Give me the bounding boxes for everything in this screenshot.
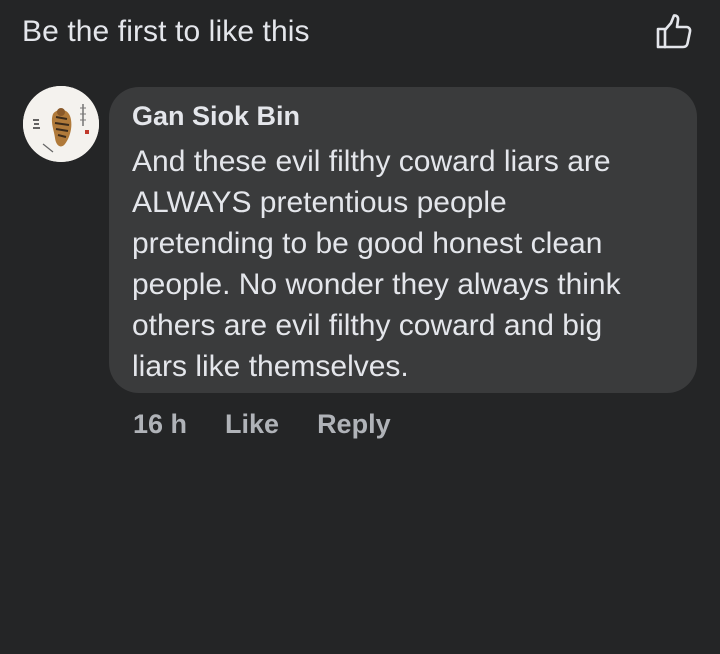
comment-author-name[interactable]: Gan Siok Bin: [132, 101, 300, 132]
likes-summary-text: Be the first to like this: [22, 15, 310, 48]
like-button[interactable]: Like: [225, 409, 279, 440]
profile-avatar-image: [23, 86, 99, 162]
comment-actions: 16 h Like Reply: [133, 404, 391, 444]
comment-timestamp[interactable]: 16 h: [133, 409, 187, 440]
comment-screen: Be the first to like this Gan Siok Bin A…: [0, 0, 720, 654]
comment-bubble: Gan Siok Bin And these evil filthy cowar…: [109, 87, 697, 393]
reply-button[interactable]: Reply: [317, 409, 391, 440]
likes-summary-row: Be the first to like this: [22, 10, 696, 54]
comment-text: And these evil filthy coward liars are A…: [132, 145, 621, 383]
thumbs-up-icon[interactable]: [652, 10, 696, 54]
avatar[interactable]: [23, 86, 99, 162]
